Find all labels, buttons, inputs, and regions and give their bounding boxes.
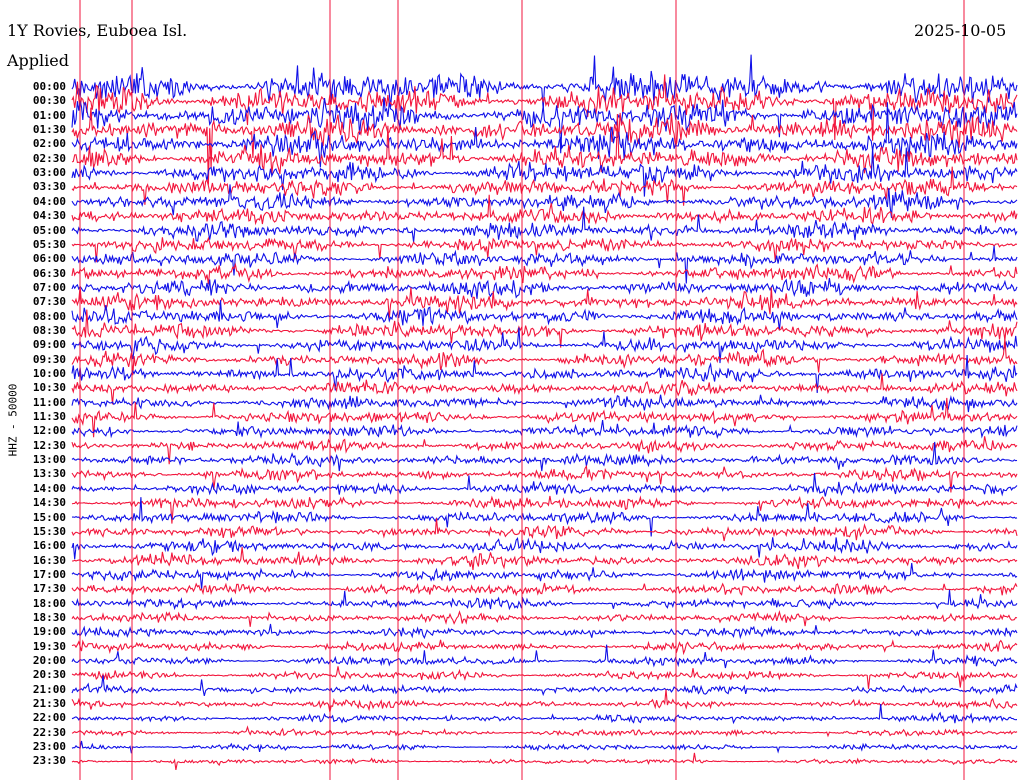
time-tick-label: 16:30: [32, 553, 66, 567]
time-tick-label: 22:00: [32, 711, 66, 725]
time-tick-label: 00:30: [32, 94, 66, 108]
time-tick-label: 05:30: [32, 237, 66, 251]
time-tick-label: 04:00: [32, 194, 66, 208]
time-tick-label: 21:30: [32, 697, 66, 711]
time-tick-label: 22:30: [32, 725, 66, 739]
seismic-trace-1530: [71, 518, 1018, 542]
seismic-trace-0630: [71, 262, 1018, 285]
time-tick-label: 06:00: [32, 252, 66, 266]
seismic-trace-2100: [71, 675, 1018, 697]
time-tick-label: 10:00: [32, 367, 66, 380]
time-tick-label: 18:30: [32, 610, 66, 624]
time-tick-label: 15:30: [32, 524, 66, 538]
time-tick-label: 14:00: [32, 481, 66, 495]
time-tick-label: 21:00: [32, 682, 66, 696]
time-tick-label: 02:30: [32, 151, 66, 165]
seismic-trace-0700: [71, 278, 1018, 299]
time-tick-label: 17:00: [32, 567, 66, 581]
time-tick-label: 19:00: [32, 625, 66, 639]
seismic-trace-0530: [71, 236, 1018, 263]
time-tick-label: 08:00: [32, 309, 66, 323]
time-tick-label: 01:00: [32, 108, 66, 122]
time-tick-label: 05:00: [32, 223, 66, 237]
y-axis-label: HHZ - 50000: [6, 383, 20, 457]
seismic-trace-0800: [71, 300, 1018, 331]
time-tick-label: 14:30: [32, 496, 66, 510]
seismic-trace-2030: [71, 666, 1018, 689]
seismic-trace-1600: [71, 537, 1018, 560]
station-title: 1Y Rovies, Euboea Isl.: [7, 21, 188, 40]
time-tick-label: 09:00: [32, 338, 66, 352]
seismic-trace-1030: [71, 373, 1018, 405]
time-tick-label: 10:30: [32, 381, 66, 395]
seismic-trace-1730: [71, 582, 1018, 597]
time-tick-label: 07:00: [32, 280, 66, 294]
time-tick-label: 03:30: [32, 180, 66, 194]
time-tick-label: 15:00: [32, 510, 66, 524]
helicorder-chart: 1Y Rovies, Euboea Isl. 2025-10-05 Applie…: [0, 0, 1024, 780]
seismic-trace-2300: [71, 740, 1018, 754]
time-tick-label: 02:00: [32, 137, 66, 151]
time-tick-label: 17:30: [32, 582, 66, 596]
filter-label: Applied: [7, 51, 69, 70]
seismic-trace-2330: [71, 752, 1018, 770]
seismic-trace-2200: [71, 704, 1018, 725]
time-tick-label: 16:00: [32, 539, 66, 553]
seismic-trace-2230: [71, 725, 1018, 738]
time-tick-label: 11:00: [32, 395, 66, 409]
seismic-trace-1830: [71, 609, 1018, 627]
time-tick-label: 09:30: [32, 352, 66, 366]
time-tick-label: 11:30: [32, 410, 66, 424]
seismic-trace-1200: [71, 420, 1018, 440]
time-tick-label: 23:00: [32, 740, 66, 754]
time-tick-label: 19:30: [32, 639, 66, 653]
seismic-trace-2130: [71, 689, 1018, 713]
helicorder-plot: [71, 0, 1018, 780]
date-label: 2025-10-05: [914, 21, 1007, 40]
time-tick-label: 18:00: [32, 596, 66, 610]
seismic-trace-0200: [71, 102, 1018, 168]
time-tick-label: 06:30: [32, 266, 66, 280]
time-tick-label: 20:30: [32, 668, 66, 682]
time-tick-label: 12:30: [32, 438, 66, 452]
time-tick-label: 04:30: [32, 209, 66, 223]
time-tick-label: 13:00: [32, 453, 66, 467]
seismic-trace-1800: [71, 589, 1018, 611]
time-tick-label: 00:00: [32, 80, 66, 93]
time-tick-label: 01:30: [32, 123, 66, 137]
seismic-trace-0830: [71, 309, 1018, 348]
seismic-trace-1900: [71, 623, 1018, 640]
time-tick-label: 20:00: [32, 654, 66, 667]
time-tick-label: 03:00: [32, 166, 66, 180]
time-tick-label: 23:30: [32, 754, 66, 768]
time-tick-label: 08:30: [32, 323, 66, 337]
time-tick-label: 07:30: [32, 295, 66, 309]
seismic-trace-0900: [71, 327, 1018, 364]
seismic-trace-1930: [71, 639, 1018, 656]
time-tick-label: 12:00: [32, 424, 66, 438]
time-tick-label: 13:30: [32, 467, 66, 481]
